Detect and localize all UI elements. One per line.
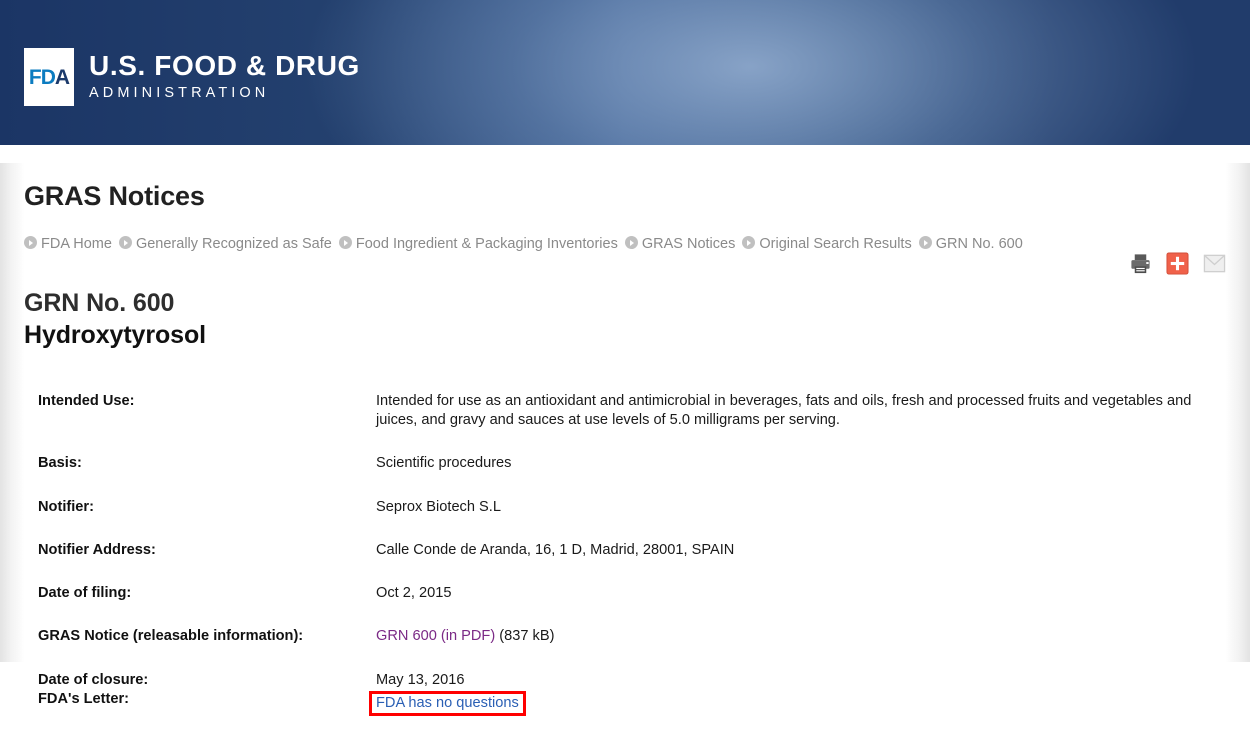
fda-logo-text: FDA [29, 67, 69, 88]
detail-row: Date of filing:Oct 2, 2015 [24, 584, 1226, 627]
breadcrumb-link[interactable]: GRAS Notices [642, 236, 735, 252]
breadcrumb-item[interactable]: GRAS Notices [625, 236, 735, 252]
detail-row: Notifier:Seprox Biotech S.L [24, 498, 1226, 541]
masthead-agency-name: U.S. FOOD & DRUG ADMINISTRATION [89, 48, 360, 106]
detail-row: Basis:Scientific procedures [24, 454, 1226, 497]
grn-detail-table: Intended Use:Intended for use as an anti… [24, 392, 1226, 740]
gras-notice-pdf-link[interactable]: GRN 600 (in PDF) [376, 628, 495, 644]
detail-label: Intended Use: [24, 392, 376, 455]
breadcrumb: FDA Home Generally Recognized as Safe Fo… [24, 234, 1066, 255]
share-plus-icon[interactable] [1166, 252, 1189, 275]
detail-label: Notifier Address: [24, 541, 376, 584]
utility-icon-group [1129, 252, 1226, 275]
breadcrumb-item[interactable]: FDA Home [24, 236, 112, 252]
chevron-right-circle-icon [919, 236, 932, 249]
masthead-brand[interactable]: FDA U.S. FOOD & DRUG ADMINISTRATION [24, 48, 360, 106]
detail-row: Date of closure:May 13, 2016 [24, 671, 1226, 690]
breadcrumb-link[interactable]: FDA Home [41, 236, 112, 252]
site-masthead: FDA U.S. FOOD & DRUG ADMINISTRATION [0, 0, 1250, 145]
breadcrumb-item[interactable]: GRN No. 600 [919, 236, 1023, 252]
chevron-right-circle-icon [625, 236, 638, 249]
breadcrumb-item[interactable]: Generally Recognized as Safe [119, 236, 332, 252]
detail-label: FDA's Letter: [24, 690, 376, 740]
detail-label: Basis: [24, 454, 376, 497]
detail-row: FDA's Letter:FDA has no questions [24, 690, 1226, 740]
breadcrumb-item[interactable]: Food Ingredient & Packaging Inventories [339, 236, 618, 252]
chevron-right-circle-icon [119, 236, 132, 249]
breadcrumb-row: FDA Home Generally Recognized as Safe Fo… [24, 230, 1226, 255]
fda-logo[interactable]: FDA [24, 48, 74, 106]
detail-value: Scientific procedures [376, 454, 1226, 497]
chevron-right-circle-icon [24, 236, 37, 249]
detail-value: Calle Conde de Aranda, 16, 1 D, Madrid, … [376, 541, 1226, 584]
detail-label: Date of closure: [24, 671, 376, 690]
breadcrumb-item[interactable]: Original Search Results [742, 236, 911, 252]
detail-value: GRN 600 (in PDF) (837 kB) [376, 627, 1226, 670]
breadcrumb-link[interactable]: Food Ingredient & Packaging Inventories [356, 236, 618, 252]
detail-value: Seprox Biotech S.L [376, 498, 1226, 541]
detail-value: May 13, 2016 [376, 671, 1226, 690]
chevron-right-circle-icon [339, 236, 352, 249]
annotation-highlight-box: FDA has no questions [369, 691, 526, 716]
pdf-file-size: (837 kB) [495, 628, 554, 644]
detail-row: Notifier Address:Calle Conde de Aranda, … [24, 541, 1226, 584]
substance-name-heading: Hydroxytyrosol [24, 319, 1226, 351]
agency-name-primary: U.S. FOOD & DRUG [89, 51, 360, 80]
agency-name-secondary: ADMINISTRATION [89, 83, 360, 105]
detail-label: GRAS Notice (releasable information): [24, 627, 376, 670]
breadcrumb-link[interactable]: GRN No. 600 [936, 236, 1023, 252]
fda-letter-link[interactable]: FDA has no questions [376, 695, 519, 711]
email-icon[interactable] [1203, 252, 1226, 275]
detail-value: Intended for use as an antioxidant and a… [376, 392, 1226, 455]
detail-value: Oct 2, 2015 [376, 584, 1226, 627]
page-container: GRAS Notices FDA Home Generally Recogniz… [0, 163, 1250, 662]
grn-number-heading: GRN No. 600 [24, 255, 1226, 319]
page-title: GRAS Notices [24, 163, 1226, 212]
chevron-right-circle-icon [742, 236, 755, 249]
breadcrumb-link[interactable]: Generally Recognized as Safe [136, 236, 332, 252]
detail-row: Intended Use:Intended for use as an anti… [24, 392, 1226, 455]
print-icon[interactable] [1129, 252, 1152, 275]
detail-value: FDA has no questions [376, 690, 1226, 740]
detail-label: Notifier: [24, 498, 376, 541]
page-content: GRAS Notices FDA Home Generally Recogniz… [0, 163, 1250, 740]
detail-row: GRAS Notice (releasable information):GRN… [24, 627, 1226, 670]
detail-label: Date of filing: [24, 584, 376, 627]
breadcrumb-link[interactable]: Original Search Results [759, 236, 911, 252]
